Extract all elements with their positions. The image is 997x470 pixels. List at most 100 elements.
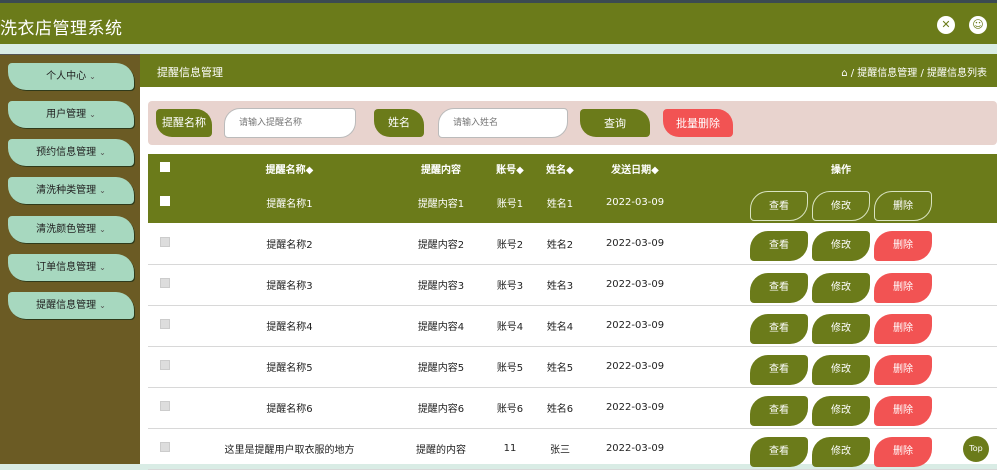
column-header-person[interactable]: 姓名◆ xyxy=(535,154,585,182)
view-button[interactable]: 查看 xyxy=(750,436,808,467)
top-header: 洗衣店管理系统 ✕ ☺ xyxy=(0,0,997,44)
cell-name: 提醒名称4 xyxy=(266,322,313,333)
row-checkbox[interactable] xyxy=(160,442,170,452)
cell-date: 2022-03-09 xyxy=(605,402,665,413)
user-icon[interactable]: ☺ xyxy=(969,16,987,34)
reminder-table: 提醒名称◆ 提醒内容 账号◆ 姓名◆ 发送日期◆ 操作 提醒名称1 提醒内容1 账号… xyxy=(148,154,997,470)
table-row: 提醒名称2 提醒内容2 账号2 姓名2 2022-03-09 查看 修改 删除 xyxy=(148,223,997,264)
person-label: 姓名 xyxy=(374,109,424,137)
row-checkbox[interactable] xyxy=(160,319,170,329)
sidebar-item-label: 提醒信息管理 xyxy=(36,300,97,311)
cell-account: 账号5 xyxy=(496,363,524,374)
breadcrumb[interactable]: ⌂ / 提醒信息管理 / 提醒信息列表 xyxy=(841,64,987,79)
column-header-name[interactable]: 提醒名称◆ xyxy=(182,154,397,182)
cell-date: 2022-03-09 xyxy=(605,237,665,249)
sidebar: 个人中心 ⌄ 用户管理 ⌄ 预约信息管理 ⌄ 清洗种类管理 ⌄ 清洗颜色管理 ⌄ 订单信息… xyxy=(0,54,140,464)
chevron-down-icon: ⌄ xyxy=(99,301,106,310)
view-button[interactable]: 查看 xyxy=(750,190,808,221)
hand-cursor-icon: ☝ xyxy=(895,196,903,211)
table-header: 提醒名称◆ 提醒内容 账号◆ 姓名◆ 发送日期◆ 操作 xyxy=(148,154,997,182)
row-checkbox[interactable] xyxy=(160,196,170,206)
delete-button[interactable]: 删除 xyxy=(874,395,932,426)
view-button[interactable]: 查看 xyxy=(750,272,808,303)
cell-name: 这里是提醒用户取衣服的地方 xyxy=(224,445,355,456)
sidebar-item-label: 清洗颜色管理 xyxy=(36,224,97,235)
cell-name: 提醒名称3 xyxy=(266,281,313,292)
sidebar-item-label: 用户管理 xyxy=(46,109,87,120)
person-search-input[interactable] xyxy=(438,108,568,138)
cell-actions: 查看 修改 删除 xyxy=(685,182,997,223)
cell-date: 2022-03-09 xyxy=(605,443,665,454)
sidebar-item-label: 订单信息管理 xyxy=(36,262,97,273)
column-header-content: 提醒内容 xyxy=(421,164,461,176)
view-button[interactable]: 查看 xyxy=(750,395,808,426)
sidebar-item-wash-types[interactable]: 清洗种类管理 ⌄ xyxy=(8,177,134,204)
cell-date: 2022-03-09 xyxy=(605,320,665,331)
delete-button[interactable]: 删除 xyxy=(874,436,932,467)
header-divider xyxy=(0,44,997,54)
cell-content: 提醒内容6 xyxy=(417,404,465,415)
delete-button[interactable]: 删除 xyxy=(874,354,932,385)
sidebar-item-wash-colors[interactable]: 清洗颜色管理 ⌄ xyxy=(8,216,134,243)
row-checkbox[interactable] xyxy=(160,236,170,247)
sidebar-item-personal-center[interactable]: 个人中心 ⌄ xyxy=(8,63,134,90)
delete-button[interactable]: 删除 xyxy=(874,272,932,303)
cell-person: 姓名3 xyxy=(546,281,574,292)
select-all-checkbox[interactable] xyxy=(160,161,170,172)
row-checkbox[interactable] xyxy=(160,360,170,370)
view-button[interactable]: 查看 xyxy=(750,231,808,262)
sidebar-item-orders[interactable]: 订单信息管理 ⌄ xyxy=(8,254,134,281)
column-header-date[interactable]: 发送日期◆ xyxy=(585,154,685,182)
cell-actions: 查看 修改 删除 xyxy=(685,428,997,469)
cell-actions: 查看 修改 删除 xyxy=(685,264,997,305)
edit-button[interactable]: 修改 xyxy=(812,272,870,303)
row-checkbox[interactable] xyxy=(160,401,170,411)
chevron-down-icon: ⌄ xyxy=(89,72,96,81)
cell-account: 账号1 xyxy=(496,199,524,210)
back-to-top-button[interactable]: Top xyxy=(963,436,989,462)
column-header-account[interactable]: 账号◆ xyxy=(485,154,535,182)
cell-account: 账号3 xyxy=(496,281,524,292)
cell-person: 姓名4 xyxy=(546,322,574,333)
cell-account: 账号2 xyxy=(496,239,524,251)
batch-delete-button[interactable]: 批量删除 xyxy=(663,109,733,137)
cell-person: 姓名6 xyxy=(546,404,574,415)
cell-date: 2022-03-09 xyxy=(605,197,665,208)
cell-actions: 查看 修改 删除 xyxy=(685,346,997,387)
sidebar-item-users[interactable]: 用户管理 ⌄ xyxy=(8,101,134,128)
sidebar-item-reminders[interactable]: 提醒信息管理 ⌄ xyxy=(8,292,134,319)
cell-content: 提醒内容4 xyxy=(417,322,465,333)
cell-actions: 查看 修改 删除 xyxy=(685,387,997,428)
table-row: 提醒名称1 提醒内容1 账号1 姓名1 2022-03-09 查看 修改 删除 xyxy=(148,182,997,223)
edit-button[interactable]: 修改 xyxy=(812,436,870,467)
delete-button[interactable]: 删除 xyxy=(874,190,932,221)
edit-button[interactable]: 修改 xyxy=(812,313,870,344)
table-row: 提醒名称6 提醒内容6 账号6 姓名6 2022-03-09 查看 修改 删除 xyxy=(148,387,997,428)
edit-button[interactable]: 修改 xyxy=(812,231,870,262)
delete-button[interactable]: 删除 xyxy=(874,313,932,344)
name-search-input[interactable] xyxy=(224,108,356,138)
sidebar-item-appointments[interactable]: 预约信息管理 ⌄ xyxy=(8,139,134,166)
view-button[interactable]: 查看 xyxy=(750,354,808,385)
edit-button[interactable]: 修改 xyxy=(812,354,870,385)
delete-button[interactable]: 删除 xyxy=(874,231,932,262)
name-label: 提醒名称 xyxy=(156,109,212,137)
fullscreen-icon[interactable]: ✕ xyxy=(937,16,955,34)
edit-button[interactable]: 修改 xyxy=(812,395,870,426)
row-checkbox[interactable] xyxy=(160,278,170,288)
cell-content: 提醒内容2 xyxy=(417,239,465,251)
chevron-down-icon: ⌄ xyxy=(99,186,106,195)
cell-person: 姓名1 xyxy=(546,199,574,210)
main-content: 提醒信息管理 ⌂ / 提醒信息管理 / 提醒信息列表 提醒名称 姓名 查询 批量… xyxy=(140,54,997,469)
sidebar-item-label: 预约信息管理 xyxy=(36,147,97,158)
column-header-actions: 操作 xyxy=(831,164,851,176)
query-button[interactable]: 查询 xyxy=(580,109,650,137)
cell-person: 姓名2 xyxy=(546,239,574,251)
table-row: 提醒名称3 提醒内容3 账号3 姓名3 2022-03-09 查看 修改 删除 xyxy=(148,264,997,305)
chevron-down-icon: ⌄ xyxy=(99,263,106,272)
cell-date: 2022-03-09 xyxy=(605,361,665,372)
edit-button[interactable]: 修改 xyxy=(812,190,870,221)
search-panel: 提醒名称 姓名 查询 批量删除 xyxy=(148,101,997,145)
view-button[interactable]: 查看 xyxy=(750,313,808,344)
cell-account: 账号4 xyxy=(496,322,524,333)
